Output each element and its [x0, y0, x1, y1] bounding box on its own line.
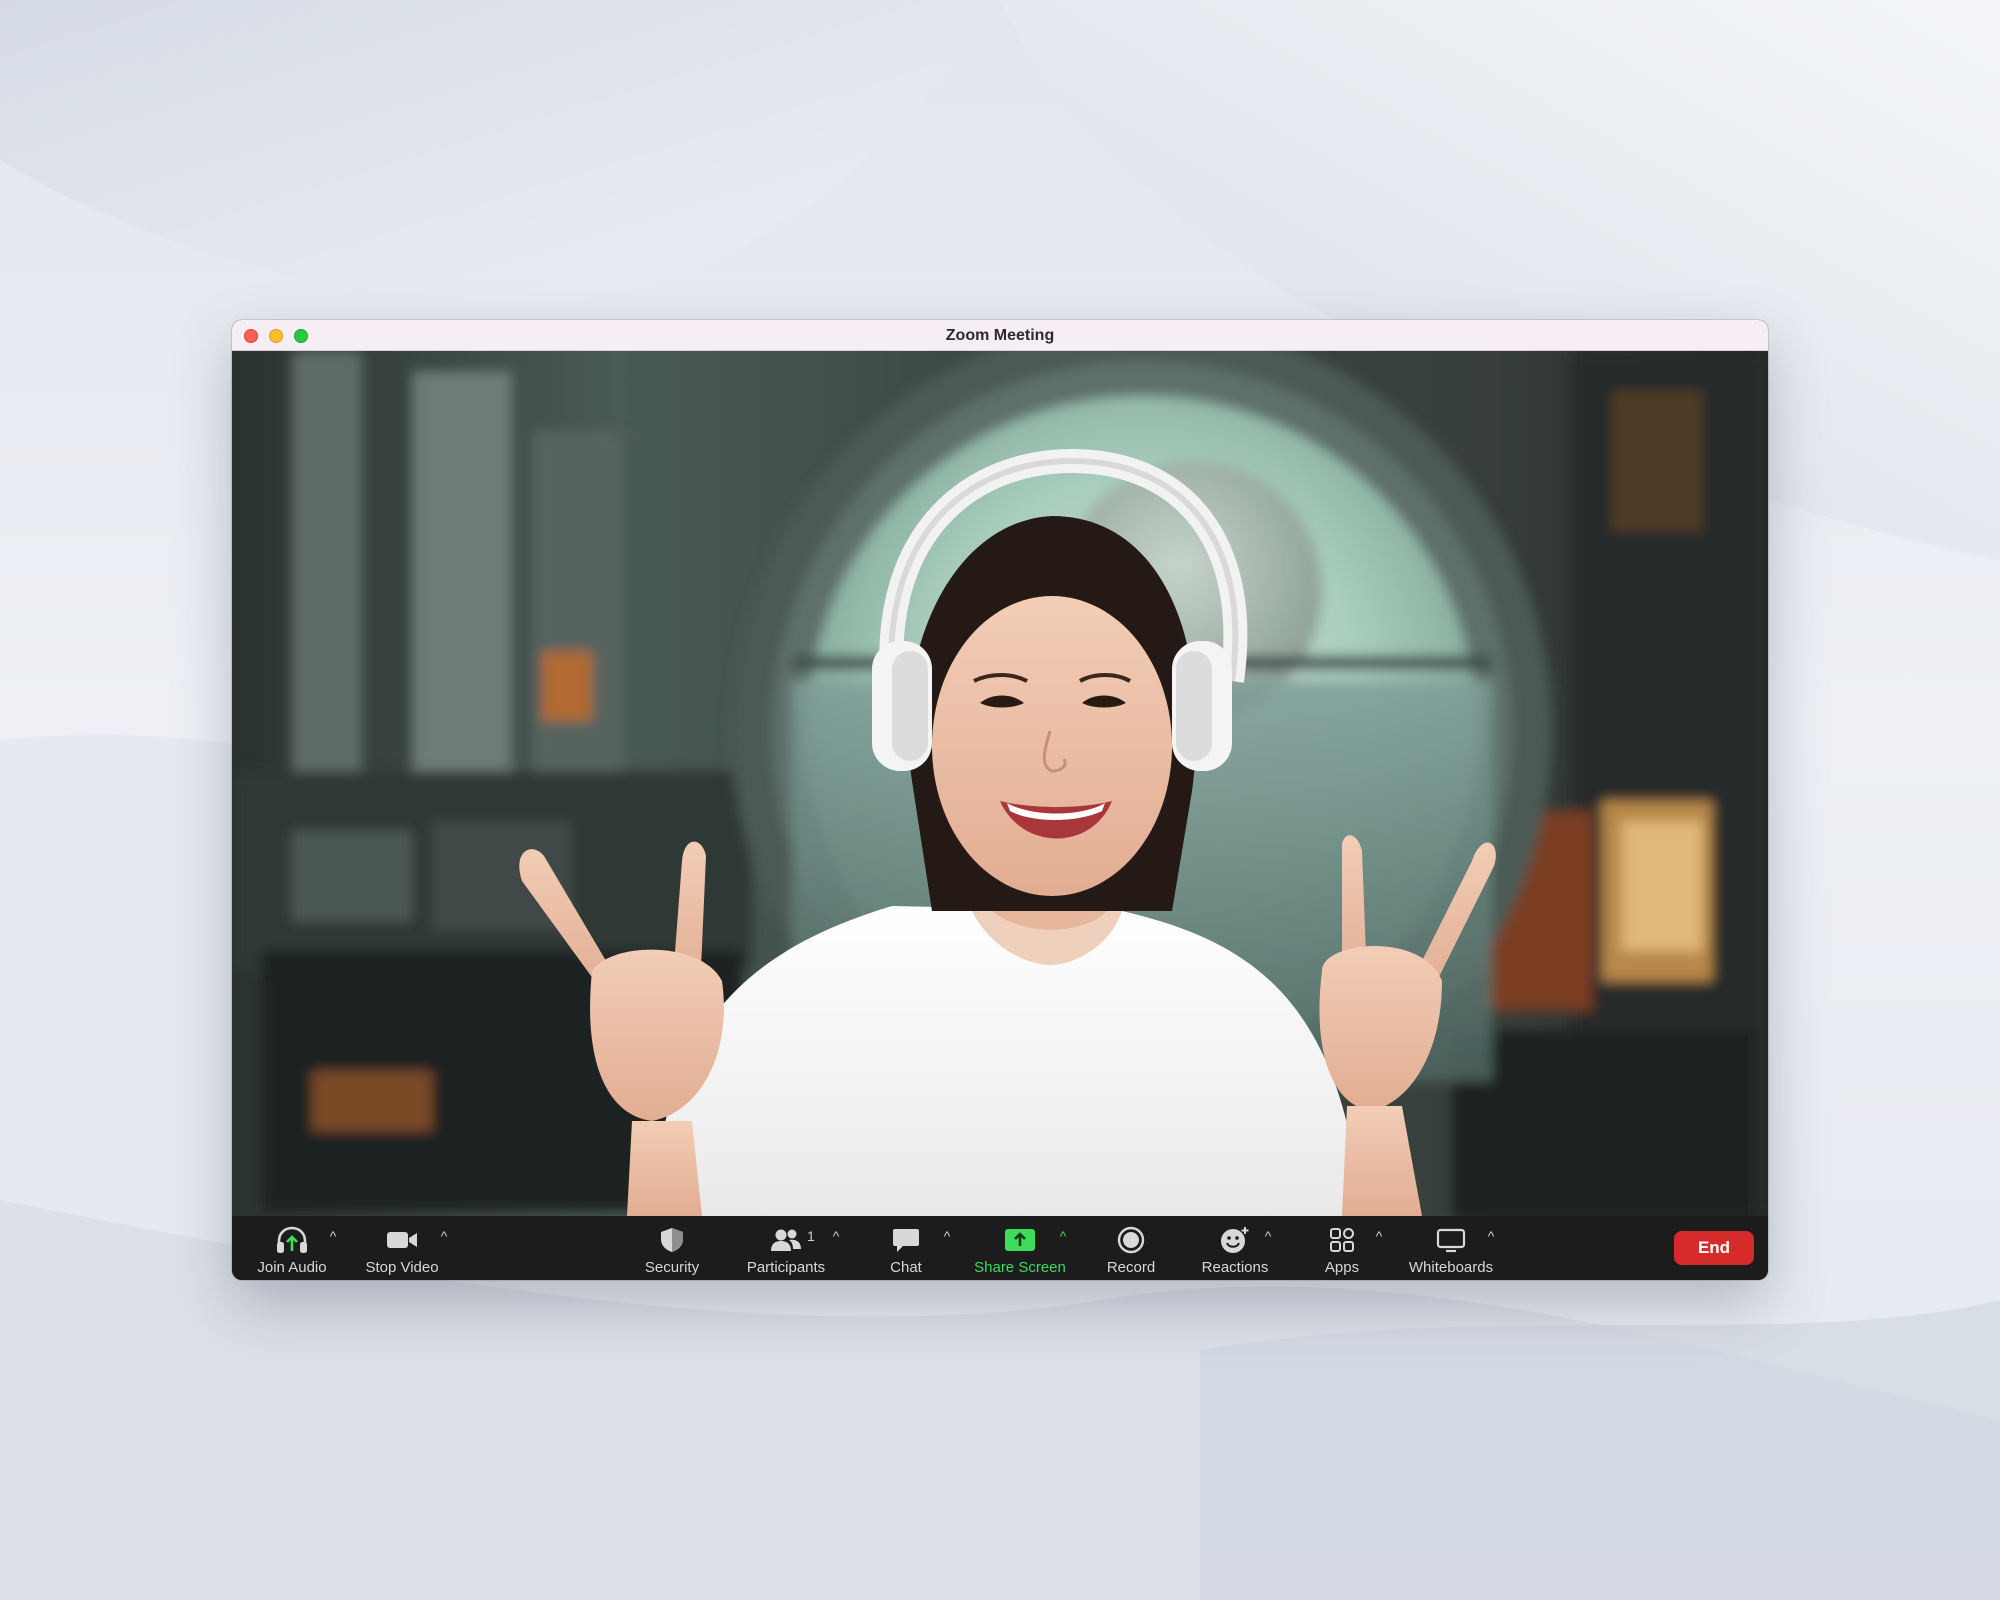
participants-options-chevron-up-icon[interactable]: ^ — [827, 1227, 845, 1245]
smiley-icon — [1175, 1224, 1295, 1256]
reactions-label: Reactions — [1201, 1259, 1269, 1276]
participants-count-badge: 1 — [807, 1228, 815, 1244]
chat-options-chevron-up-icon[interactable]: ^ — [938, 1227, 956, 1245]
zoom-meeting-window: Zoom Meeting Join Audio ^ Stop Video ^ S… — [232, 320, 1768, 1280]
stop-video-label: Stop Video — [365, 1259, 439, 1276]
security-label: Security — [644, 1259, 700, 1276]
end-meeting-button[interactable]: End — [1674, 1231, 1754, 1265]
shield-icon — [612, 1224, 732, 1256]
apps-options-chevron-up-icon[interactable]: ^ — [1370, 1227, 1388, 1245]
window-title: Zoom Meeting — [945, 327, 1055, 344]
video-frame — [232, 351, 1768, 1216]
reactions-button[interactable]: Reactions — [1175, 1224, 1295, 1276]
title-bar[interactable]: Zoom Meeting — [232, 320, 1768, 351]
security-button[interactable]: Security — [612, 1224, 732, 1276]
share-options-chevron-up-icon[interactable]: ^ — [1054, 1227, 1072, 1245]
whiteboards-options-chevron-up-icon[interactable]: ^ — [1482, 1227, 1500, 1245]
whiteboards-label: Whiteboards — [1408, 1259, 1494, 1276]
chat-label: Chat — [890, 1259, 922, 1276]
participant-video[interactable] — [232, 351, 1768, 1216]
participants-label: Participants — [746, 1259, 826, 1276]
reactions-options-chevron-up-icon[interactable]: ^ — [1259, 1227, 1277, 1245]
record-button[interactable]: Record — [1071, 1224, 1191, 1276]
video-options-chevron-up-icon[interactable]: ^ — [435, 1227, 453, 1245]
audio-options-chevron-up-icon[interactable]: ^ — [324, 1227, 342, 1245]
record-icon — [1071, 1224, 1191, 1256]
apps-label: Apps — [1324, 1259, 1360, 1276]
share-screen-label: Share Screen — [974, 1259, 1066, 1276]
meeting-toolbar: Join Audio ^ Stop Video ^ Security Parti… — [232, 1216, 1768, 1280]
record-label: Record — [1106, 1259, 1156, 1276]
join-audio-label: Join Audio — [257, 1259, 327, 1276]
